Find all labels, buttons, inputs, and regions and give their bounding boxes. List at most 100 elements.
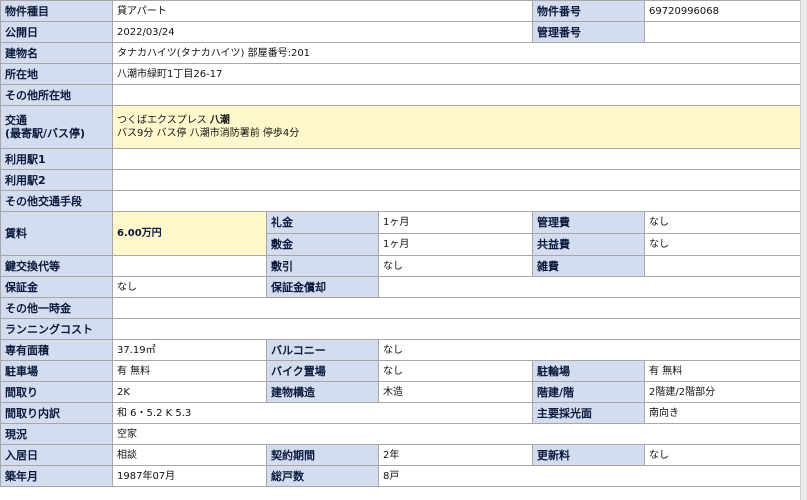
misc-fee-value (644, 255, 802, 277)
key-exchange-value (112, 255, 267, 277)
layout-detail-value: 和 6・5.2 K 5.3 (111, 402, 534, 424)
table-row: 公開日 2022/03/24 管理番号 (0, 21, 802, 43)
main-light-label: 主要採光面 (532, 402, 646, 424)
bike-parking-label: バイク置場 (266, 360, 379, 382)
building-name-value: タナカハイツ(タナカハイツ) 部屋番号:201 (111, 42, 802, 64)
table-row: 所在地 八潮市緑町1丁目26-17 (0, 63, 802, 85)
management-number-label: 管理番号 (532, 21, 646, 43)
transport-detail: バス9分 バス停 八潮市消防署前 停歩4分 (117, 128, 300, 139)
contract-period-label: 契約期間 (266, 444, 379, 466)
table-row: 鍵交換代等 敷引 なし 雑費 (0, 255, 802, 277)
guarantee-value: なし (112, 276, 267, 298)
table-row: 築年月 1987年07月 総戸数 8戸 (0, 465, 802, 487)
table-row: その他一時金 (0, 297, 802, 319)
table-row: 入居日 相談 契約期間 2年 更新料 なし (0, 444, 802, 466)
contract-period-value: 2年 (377, 444, 534, 466)
key-money-label: 礼金 (266, 211, 379, 234)
address-value: 八潮市緑町1丁目26-17 (111, 63, 802, 85)
management-fee-label: 管理費 (532, 211, 646, 234)
main-light-value: 南向き (644, 402, 802, 424)
layout-detail-label: 間取り内訳 (0, 402, 113, 424)
key-money-value: 1ヶ月 (377, 211, 534, 234)
guarantee-amortization-value (377, 276, 802, 298)
table-row: 専有面積 37.19㎡ バルコニー なし (0, 339, 802, 361)
published-value: 2022/03/24 (111, 21, 534, 43)
deposit-value: 1ヶ月 (377, 233, 534, 256)
misc-fee-label: 雑費 (532, 255, 646, 277)
station2-value (111, 169, 802, 191)
floors-label: 階建/階 (532, 381, 646, 403)
layout-value: 2K (112, 381, 267, 403)
built-label: 築年月 (0, 465, 113, 487)
guarantee-label: 保証金 (0, 276, 113, 298)
table-row: 間取り 2K 建物構造 木造 階建/階 2階建/2階部分 (0, 381, 802, 403)
transport-line-name: つくばエクスプレス (117, 115, 207, 126)
move-in-value: 相談 (112, 444, 267, 466)
rent-value: 6.00万円 (112, 211, 267, 256)
status-value: 空家 (111, 423, 802, 445)
property-number-label: 物件番号 (532, 0, 646, 22)
bicycle-parking-label: 駐輪場 (532, 360, 646, 382)
balcony-label: バルコニー (266, 339, 379, 361)
balcony-value: なし (377, 339, 802, 361)
transport-label: 交通 (最寄駅/バス停) (0, 105, 113, 149)
floors-value: 2階建/2階部分 (644, 381, 802, 403)
built-value: 1987年07月 (112, 465, 267, 487)
table-row: 利用駅2 (0, 169, 802, 191)
structure-label: 建物構造 (266, 381, 379, 403)
move-in-label: 入居日 (0, 444, 113, 466)
table-row: 賃料 6.00万円 礼金 1ヶ月 管理費 なし (0, 211, 802, 256)
other-address-label: その他所在地 (0, 84, 113, 106)
floor-area-value: 37.19㎡ (112, 339, 267, 361)
guarantee-amortization-label: 保証金償却 (266, 276, 379, 298)
table-row: 保証金 なし 保証金償却 (0, 276, 802, 298)
other-transport-value (111, 190, 802, 212)
total-units-value: 8戸 (377, 465, 802, 487)
total-units-label: 総戸数 (266, 465, 379, 487)
property-detail-table: 物件種目 貸アパート 物件番号 69720996068 公開日 2022/03/… (0, 0, 802, 487)
table-row: 物件種目 貸アパート 物件番号 69720996068 (0, 0, 802, 22)
transport-label-line1: 交通 (5, 114, 27, 127)
table-row: 現況 空家 (0, 423, 802, 445)
common-fee-value: なし (644, 233, 802, 256)
running-cost-label: ランニングコスト (0, 318, 113, 340)
other-address-value (111, 84, 802, 106)
status-label: 現況 (0, 423, 113, 445)
renewal-fee-label: 更新料 (532, 444, 646, 466)
transport-station: 八潮 (209, 115, 230, 126)
property-type-label: 物件種目 (0, 0, 113, 22)
parking-value: 有 無料 (112, 360, 267, 382)
table-row: その他交通手段 (0, 190, 802, 212)
management-number-value (644, 21, 802, 43)
scrollbar-track[interactable] (800, 0, 807, 500)
structure-value: 木造 (377, 381, 534, 403)
table-row: その他所在地 (0, 84, 802, 106)
building-name-label: 建物名 (0, 42, 113, 64)
table-row: 間取り内訳 和 6・5.2 K 5.3 主要採光面 南向き (0, 402, 802, 424)
rent-label: 賃料 (0, 211, 113, 256)
floor-area-label: 専有面積 (0, 339, 113, 361)
table-row: 駐車場 有 無料 バイク置場 なし 駐輪場 有 無料 (0, 360, 802, 382)
other-onetime-label: その他一時金 (0, 297, 113, 319)
table-row: ランニングコスト (0, 318, 802, 340)
station2-label: 利用駅2 (0, 169, 113, 191)
transport-line: つくばエクスプレス 八潮 (117, 114, 800, 127)
table-row: 利用駅1 (0, 148, 802, 170)
renewal-fee-value: なし (644, 444, 802, 466)
other-transport-label: その他交通手段 (0, 190, 113, 212)
bike-parking-value: なし (377, 360, 534, 382)
deposit-label: 敷金 (266, 233, 379, 256)
transport-label-line2: (最寄駅/バス停) (5, 127, 86, 140)
management-fee-value: なし (644, 211, 802, 234)
layout-label: 間取り (0, 381, 113, 403)
published-label: 公開日 (0, 21, 113, 43)
property-detail-sheet: 物件種目 貸アパート 物件番号 69720996068 公開日 2022/03/… (0, 0, 802, 500)
bicycle-parking-value: 有 無料 (644, 360, 802, 382)
station1-label: 利用駅1 (0, 148, 113, 170)
key-exchange-label: 鍵交換代等 (0, 255, 113, 277)
parking-label: 駐車場 (0, 360, 113, 382)
running-cost-value (111, 318, 802, 340)
table-row: 建物名 タナカハイツ(タナカハイツ) 部屋番号:201 (0, 42, 802, 64)
deduction-value: なし (377, 255, 534, 277)
table-row: 交通 (最寄駅/バス停) つくばエクスプレス 八潮 バス9分 バス停 八潮市消防… (0, 105, 802, 149)
